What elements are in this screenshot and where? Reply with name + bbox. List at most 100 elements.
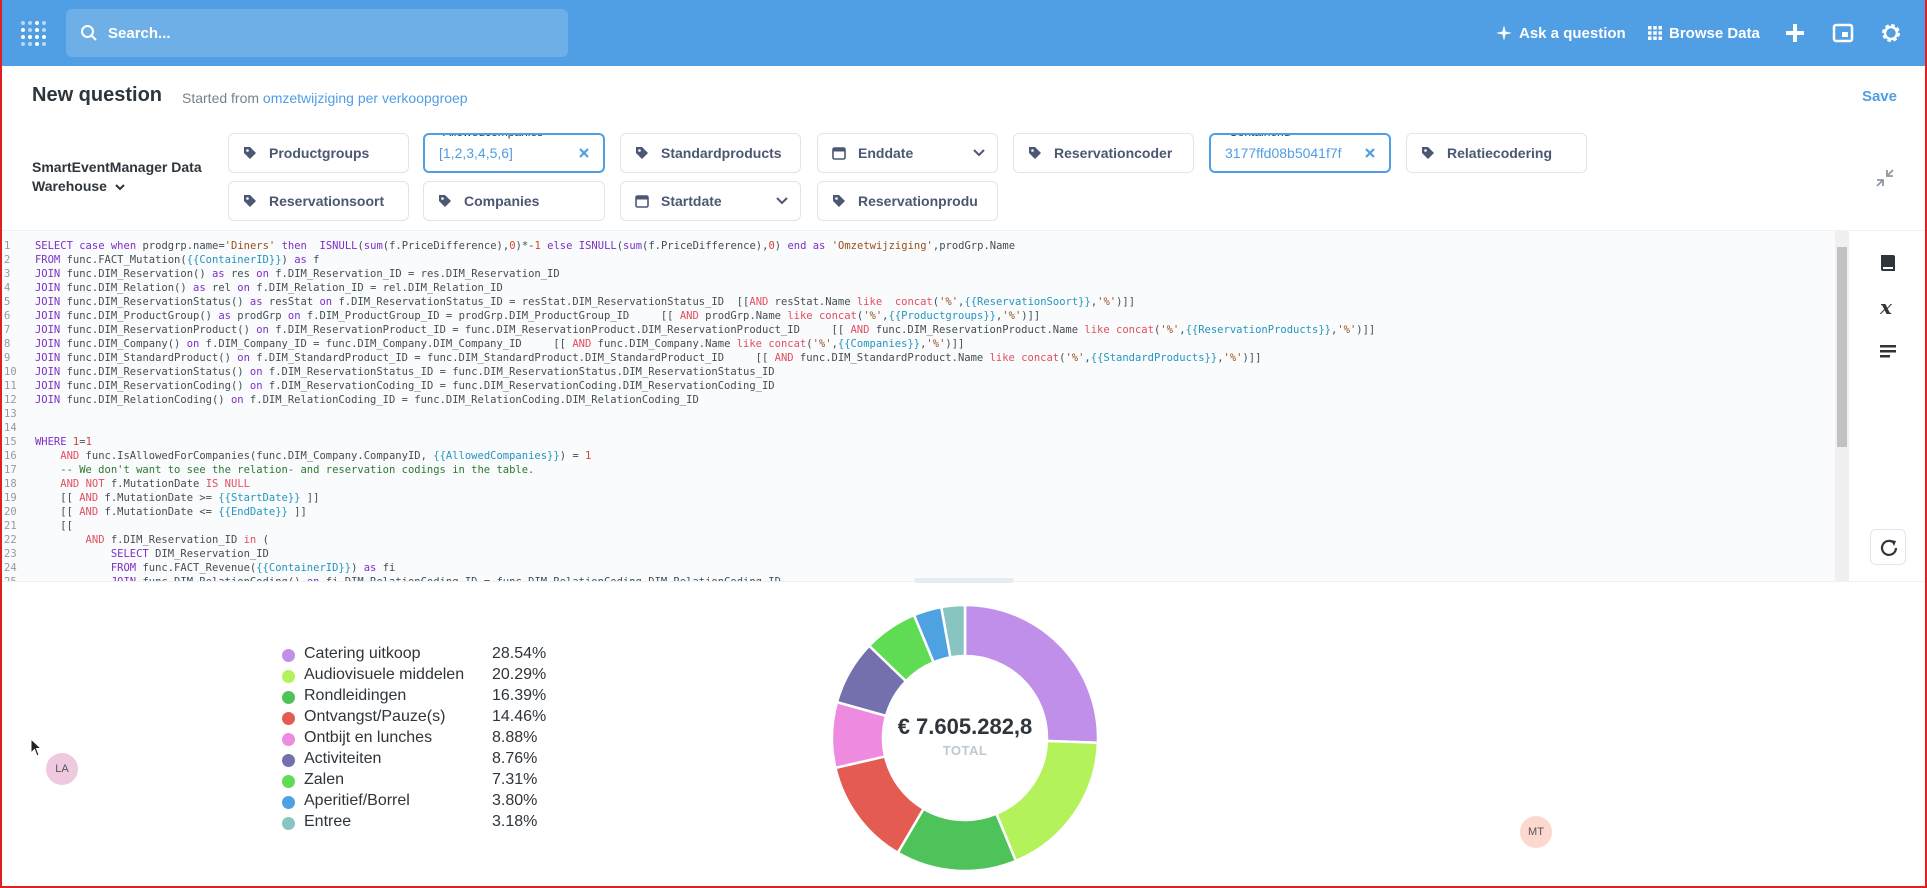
legend-item[interactable]: Aperitief/Borrel 3.80% xyxy=(282,792,562,813)
browse-data-button[interactable]: Browse Data xyxy=(1648,20,1760,46)
donut-slice[interactable] xyxy=(994,739,1100,863)
search-input[interactable]: Search... xyxy=(66,9,568,57)
code-line[interactable]: 9 JOIN func.DIM_StandardProduct() on f.D… xyxy=(2,351,1375,365)
filter-widget[interactable]: Startdate xyxy=(620,181,801,221)
editor-resize-handle[interactable] xyxy=(914,578,1014,583)
code-line[interactable]: 17 -- We don't want to see the relation-… xyxy=(2,463,1375,477)
tag-icon xyxy=(1422,147,1434,159)
code-line[interactable]: 14 xyxy=(2,421,1375,435)
code-line[interactable]: 8 JOIN func.DIM_Company() on f.DIM_Compa… xyxy=(2,337,1375,351)
code-line[interactable]: 12 JOIN func.DIM_RelationCoding() on f.D… xyxy=(2,393,1375,407)
save-button[interactable]: Save xyxy=(1862,88,1897,105)
code-line[interactable]: 11 JOIN func.DIM_ReservationCoding() on … xyxy=(2,379,1375,393)
legend-item[interactable]: Ontbijt en lunches 8.88% xyxy=(282,729,562,750)
filter-label: Companies xyxy=(464,193,540,209)
editor-scrollbar[interactable] xyxy=(1835,231,1849,581)
scrollbar-thumb[interactable] xyxy=(1837,247,1847,447)
filter-widget[interactable]: Productgroups xyxy=(228,133,409,173)
legend-value: 7.31% xyxy=(492,771,538,788)
refresh-button[interactable] xyxy=(1870,529,1906,565)
dashboard-icon[interactable] xyxy=(1830,20,1856,46)
avatar[interactable]: LA xyxy=(46,753,78,785)
filter-widget[interactable]: Containerid 3177ffd08b5041f7f xyxy=(1209,133,1391,173)
line-number: 12 xyxy=(4,394,17,406)
database-selector[interactable]: SmartEventManager Data Warehouse xyxy=(32,158,207,196)
code-line[interactable]: 13 xyxy=(2,407,1375,421)
legend-label: Audiovisuele middelen xyxy=(304,666,465,683)
filter-label: Standardproducts xyxy=(661,145,782,161)
filter-value: [1,2,3,4,5,6] xyxy=(439,145,513,161)
legend-item[interactable]: Audiovisuele middelen 20.29% xyxy=(282,666,562,687)
code-line[interactable]: 20 [[ AND f.MutationDate <= {{EndDate}} … xyxy=(2,505,1375,519)
filter-widget[interactable]: Reservationprodu xyxy=(817,181,998,221)
tag-icon xyxy=(439,195,451,207)
legend-item[interactable]: Rondleidingen 16.39% xyxy=(282,687,562,708)
line-number: 15 xyxy=(4,436,17,448)
search-placeholder: Search... xyxy=(108,24,171,42)
code-line[interactable]: 19 [[ AND f.MutationDate >= {{StartDate}… xyxy=(2,491,1375,505)
sql-editor[interactable]: 1 SELECT case when prodgrp.name='Diners'… xyxy=(2,230,1925,582)
svg-text:x: x xyxy=(1879,297,1893,317)
variable-x-icon[interactable]: x xyxy=(1878,297,1898,317)
legend-swatch xyxy=(282,649,295,662)
filter-widget[interactable]: Reservationsoort xyxy=(228,181,409,221)
code-line[interactable]: 22 AND f.DIM_Reservation_ID in ( xyxy=(2,533,1375,547)
legend-item[interactable]: Entree 3.18% xyxy=(282,813,562,834)
sql-code[interactable]: 1 SELECT case when prodgrp.name='Diners'… xyxy=(2,239,1375,581)
book-icon[interactable] xyxy=(1878,253,1898,273)
collapse-icon[interactable] xyxy=(1875,168,1895,188)
code-line[interactable]: 24 FROM func.FACT_Revenue({{ContainerID}… xyxy=(2,561,1375,575)
close-icon[interactable] xyxy=(577,146,591,160)
filter-widget[interactable]: Companies xyxy=(423,181,605,221)
code-line[interactable]: 6 JOIN func.DIM_ProductGroup() as prodGr… xyxy=(2,309,1375,323)
filter-label: Relatiecodering xyxy=(1447,145,1553,161)
editor-side-tools: x xyxy=(1849,231,1925,581)
legend-label: Ontvangst/Pauze(s) xyxy=(304,708,446,725)
code-line[interactable]: 10 JOIN func.DIM_ReservationStatus() on … xyxy=(2,365,1375,379)
line-number: 13 xyxy=(4,408,17,420)
avatar[interactable]: MT xyxy=(1520,816,1552,848)
line-number: 10 xyxy=(4,366,17,378)
ask-question-button[interactable]: Ask a question xyxy=(1496,20,1626,46)
filter-widget[interactable]: Reservationcoder xyxy=(1013,133,1194,173)
legend-swatch xyxy=(282,691,295,704)
legend-item[interactable]: Ontvangst/Pauze(s) 14.46% xyxy=(282,708,562,729)
filter-widget[interactable]: Allowedcompanies [1,2,3,4,5,6] xyxy=(423,133,605,173)
tag-icon xyxy=(244,195,256,207)
code-line[interactable]: 1 SELECT case when prodgrp.name='Diners'… xyxy=(2,239,1375,253)
legend-swatch xyxy=(282,670,295,683)
filter-label: Reservationsoort xyxy=(269,193,385,209)
plus-icon[interactable] xyxy=(1782,20,1808,46)
legend-swatch xyxy=(282,733,295,746)
tag-icon xyxy=(244,147,256,159)
code-line[interactable]: 2 FROM func.FACT_Mutation({{ContainerID}… xyxy=(2,253,1375,267)
legend-item[interactable]: Catering uitkoop 28.54% xyxy=(282,645,562,666)
filter-label: Containerid xyxy=(1225,135,1295,139)
code-line[interactable]: 18 AND NOT f.MutationDate IS NULL xyxy=(2,477,1375,491)
code-line[interactable]: 4 JOIN func.DIM_Relation() as rel on f.D… xyxy=(2,281,1375,295)
filter-widget[interactable]: Standardproducts xyxy=(620,133,801,173)
tag-icon xyxy=(833,195,845,207)
legend-swatch xyxy=(282,796,295,809)
snippet-lines-icon[interactable] xyxy=(1878,341,1898,361)
code-line[interactable]: 15 WHERE 1=1 xyxy=(2,435,1375,449)
filter-widget[interactable]: Relatiecodering xyxy=(1406,133,1587,173)
legend-value: 8.88% xyxy=(492,729,538,746)
chevron-down-icon xyxy=(115,184,125,191)
code-line[interactable]: 21 [[ xyxy=(2,519,1375,533)
filter-label: Enddate xyxy=(858,145,914,161)
gear-icon[interactable] xyxy=(1878,20,1904,46)
close-icon[interactable] xyxy=(1363,146,1377,160)
code-line[interactable]: 23 SELECT DIM_Reservation_ID xyxy=(2,547,1375,561)
code-line[interactable]: 5 JOIN func.DIM_ReservationStatus() as r… xyxy=(2,295,1375,309)
origin-link[interactable]: omzetwijziging per verkoopgroep xyxy=(263,90,468,106)
refresh-icon xyxy=(1880,539,1898,556)
filter-widget[interactable]: Enddate xyxy=(817,133,998,173)
metabase-logo-icon[interactable] xyxy=(20,20,48,46)
code-line[interactable]: 16 AND func.IsAllowedForCompanies(func.D… xyxy=(2,449,1375,463)
legend-item[interactable]: Zalen 7.31% xyxy=(282,771,562,792)
code-line[interactable]: 3 JOIN func.DIM_Reservation() as res on … xyxy=(2,267,1375,281)
code-line[interactable]: 7 JOIN func.DIM_ReservationProduct() on … xyxy=(2,323,1375,337)
legend-item[interactable]: Activiteiten 8.76% xyxy=(282,750,562,771)
code-line[interactable]: 25 JOIN func.DIM_RelationCoding() on fi.… xyxy=(2,575,1375,581)
